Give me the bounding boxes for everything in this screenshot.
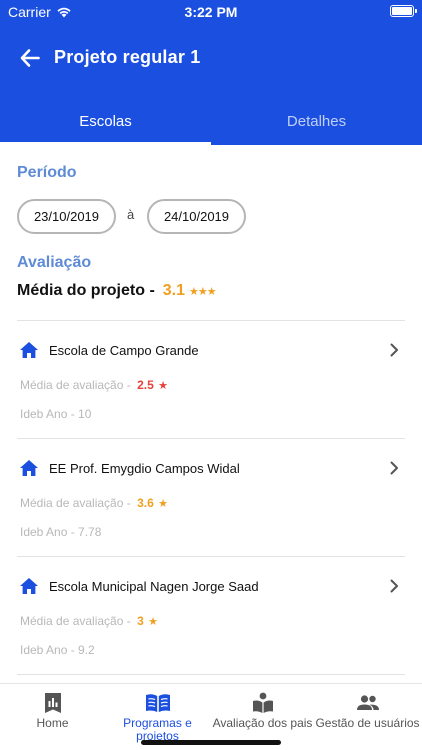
school-name: Escola de Campo Grande [49, 343, 199, 358]
school-ideb: Ideb Ano - 10 [20, 407, 92, 421]
header: Carrier 3:22 PM Projeto regular 1 Escola… [0, 0, 422, 145]
date-separator: à [127, 207, 135, 222]
arrow-left-icon [20, 49, 40, 67]
chevron-right-icon [390, 343, 398, 357]
book-person-icon [252, 692, 273, 713]
rating-value: 2.5 [137, 378, 154, 392]
school-rating: Média de avaliação - 3 ★ [20, 614, 158, 628]
main-content[interactable]: Período 23/10/2019 à 24/10/2019 Avaliaçã… [0, 145, 422, 683]
page-title: Projeto regular 1 [54, 47, 201, 67]
users-icon [356, 695, 379, 710]
app-bar: Projeto regular 1 [0, 36, 422, 80]
divider [17, 674, 405, 675]
nav-avaliacao-label: Avaliação dos pais [212, 716, 313, 730]
school-rating: Média de avaliação - 3.6 ★ [20, 496, 168, 510]
nav-gestao-usuarios[interactable]: Gestão de usuários [315, 692, 420, 730]
rating-value: 3.6 [137, 496, 154, 510]
school-list-item[interactable]: EE Prof. Emygdio Campos Widal Média de a… [0, 439, 422, 557]
avaliacao-heading: Avaliação [17, 254, 92, 271]
home-indicator [141, 740, 281, 745]
home-icon [20, 342, 38, 358]
status-bar: Carrier 3:22 PM [0, 0, 422, 24]
periodo-heading: Período [17, 164, 77, 181]
open-book-icon [145, 694, 170, 712]
school-list-item[interactable]: Escola de Campo Grande Média de avaliaçã… [0, 321, 422, 439]
project-average-value: 3.1 [162, 282, 186, 299]
home-icon [20, 460, 38, 476]
clock: 3:22 PM [184, 4, 238, 20]
school-name: Escola Municipal Nagen Jorge Saad [49, 579, 259, 594]
back-button[interactable] [16, 44, 44, 72]
school-list-item[interactable]: Escola Municipal Nagen Jorge Saad Média … [0, 557, 422, 675]
school-ideb: Ideb Ano - 7.78 [20, 525, 102, 539]
star-icon: ★ [158, 498, 168, 510]
rating-label: Média de avaliação - [20, 614, 131, 628]
rating-label: Média de avaliação - [20, 378, 131, 392]
nav-avaliacao-pais[interactable]: Avaliação dos pais [210, 692, 315, 730]
tab-bar: Escolas Detalhes [0, 96, 422, 145]
chevron-right-icon [390, 579, 398, 593]
chart-book-icon [44, 693, 61, 713]
home-icon [20, 578, 38, 594]
project-average-stars: ★★★ [189, 286, 217, 298]
rating-value: 3 [137, 614, 144, 628]
rating-label: Média de avaliação - [20, 496, 131, 510]
chevron-right-icon [390, 461, 398, 475]
tab-detalhes[interactable]: Detalhes [211, 96, 422, 145]
nav-programas-projetos[interactable]: Programas e projetos [105, 692, 210, 743]
start-date-field[interactable]: 23/10/2019 [17, 199, 116, 234]
nav-gestao-label: Gestão de usuários [315, 716, 420, 730]
school-rating: Média de avaliação - 2.5 ★ [20, 378, 168, 392]
school-ideb: Ideb Ano - 9.2 [20, 643, 95, 657]
project-average: Média do projeto - 3.1 ★★★ [17, 282, 217, 300]
nav-home[interactable]: Home [0, 692, 105, 730]
nav-home-label: Home [36, 716, 69, 730]
star-icon: ★ [148, 616, 158, 628]
star-icon: ★ [158, 380, 168, 392]
end-date-field[interactable]: 24/10/2019 [147, 199, 246, 234]
battery-icon [390, 5, 417, 17]
tab-escolas[interactable]: Escolas [0, 96, 211, 145]
school-name: EE Prof. Emygdio Campos Widal [49, 461, 240, 476]
project-average-label: Média do projeto - [17, 282, 155, 299]
